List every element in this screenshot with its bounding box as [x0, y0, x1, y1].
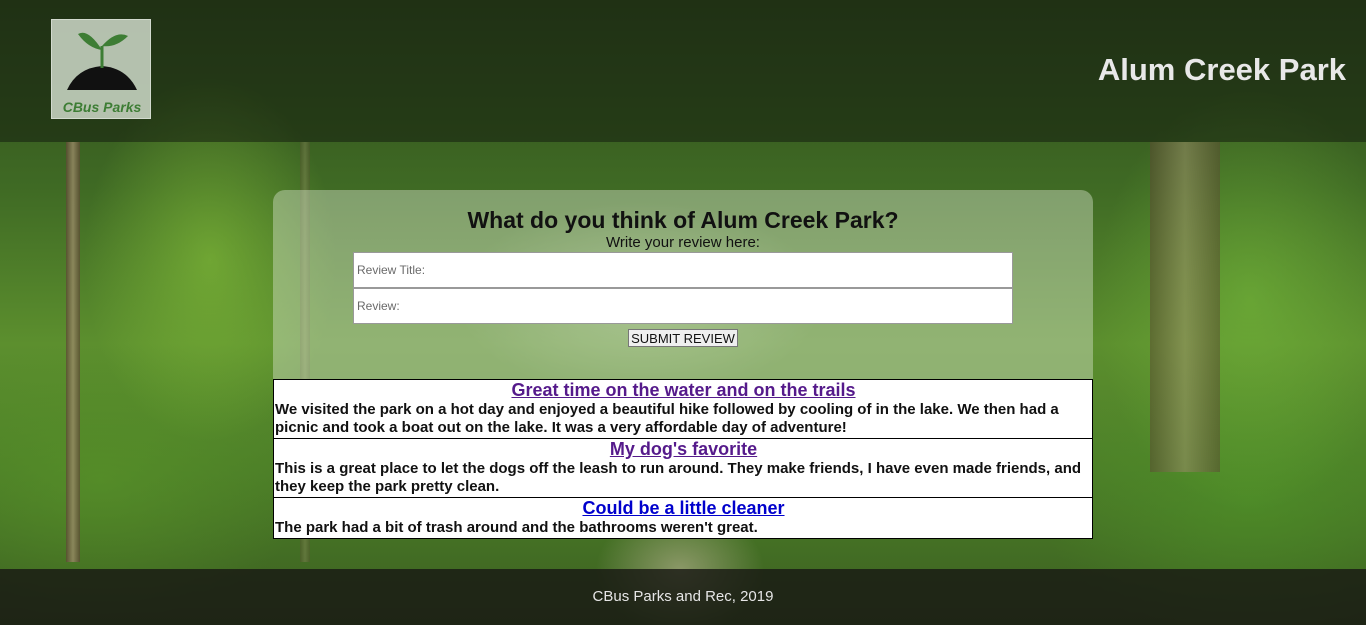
- background-tree-trunk: [66, 142, 80, 562]
- background-tree-trunk: [1150, 142, 1220, 472]
- review-title-link[interactable]: Could be a little cleaner: [275, 498, 1092, 519]
- site-logo[interactable]: CBus Parks: [51, 19, 151, 119]
- page-title: Alum Creek Park: [1097, 52, 1346, 87]
- review-title-input[interactable]: [353, 252, 1013, 288]
- review-body-text: The park had a bit of trash around and t…: [275, 519, 758, 536]
- review-item: Great time on the water and on the trail…: [273, 379, 1093, 439]
- sprout-icon: [67, 32, 137, 90]
- review-title-link[interactable]: Great time on the water and on the trail…: [275, 380, 1092, 401]
- review-body-input[interactable]: [353, 288, 1013, 324]
- review-title-link[interactable]: My dog's favorite: [275, 439, 1092, 460]
- site-header: CBus Parks Alum Creek Park: [0, 0, 1366, 142]
- review-body-text: This is a great place to let the dogs of…: [275, 460, 1082, 495]
- footer-copyright: CBus Parks and Rec, 2019: [592, 588, 774, 605]
- logo-text: CBus Parks: [62, 99, 142, 115]
- review-body-text: We visited the park on a hot day and enj…: [275, 401, 1059, 436]
- review-form-subheading: Write your review here:: [606, 234, 760, 251]
- site-footer: CBus Parks and Rec, 2019: [0, 569, 1366, 625]
- review-list: Great time on the water and on the trail…: [273, 379, 1093, 539]
- review-form-heading: What do you think of Alum Creek Park?: [467, 207, 899, 233]
- review-item: My dog's favorite This is a great place …: [273, 438, 1093, 498]
- submit-review-button[interactable]: SUBMIT REVIEW: [628, 329, 738, 347]
- review-item: Could be a little cleaner The park had a…: [273, 497, 1093, 539]
